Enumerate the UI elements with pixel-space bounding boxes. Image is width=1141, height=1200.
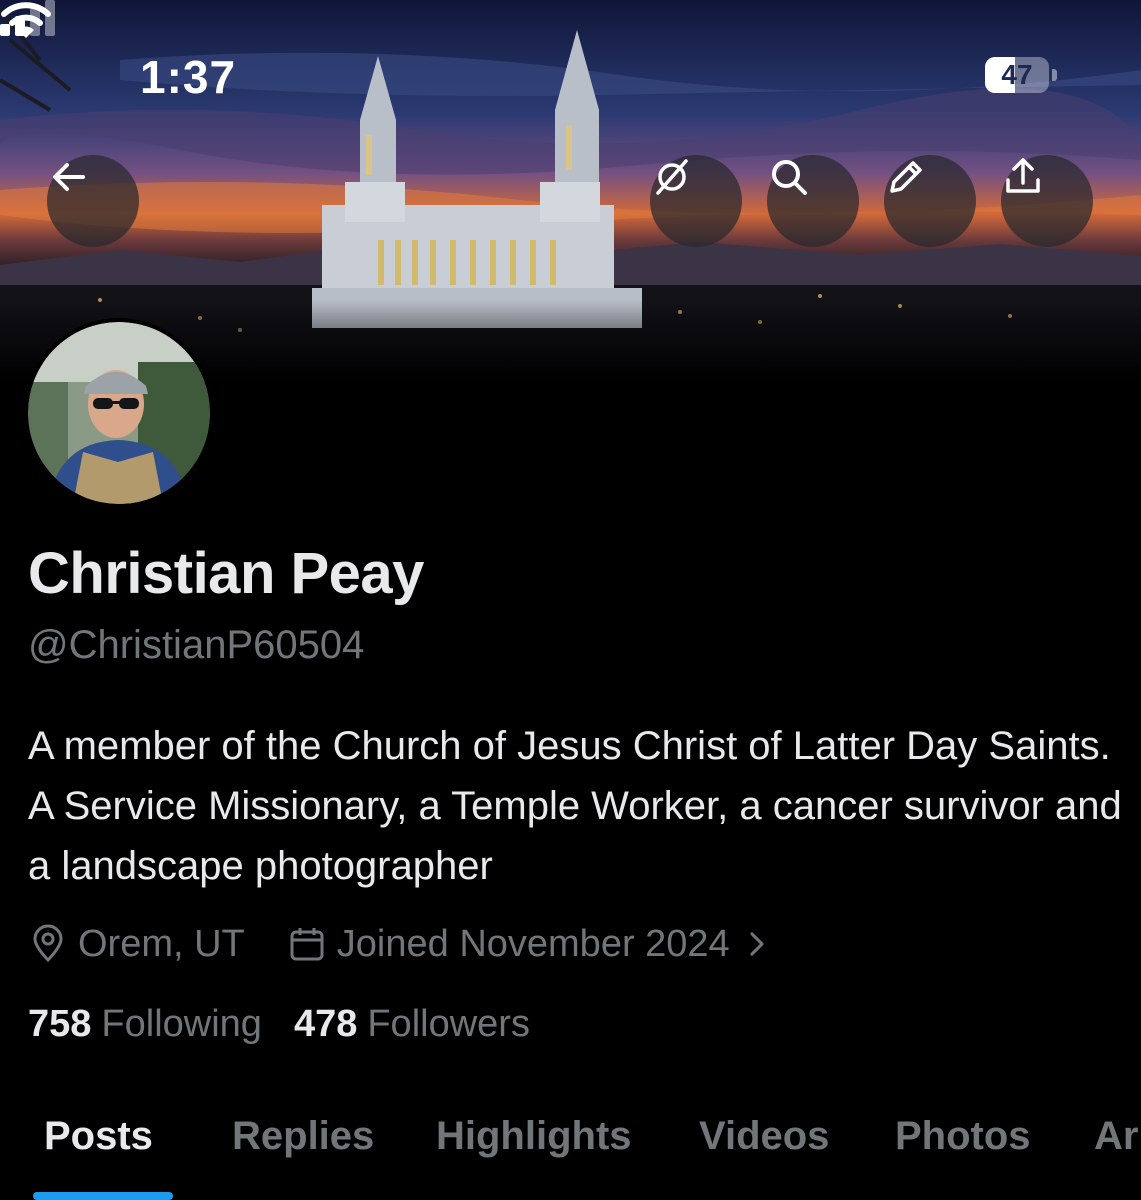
followers-count: 478: [293, 1003, 358, 1045]
tab-highlights[interactable]: Highlights: [436, 1114, 632, 1159]
battery-percentage: 47: [1001, 59, 1033, 90]
joined-date-text: Joined November 2024: [336, 922, 730, 965]
chevron-right-icon: [750, 932, 764, 956]
profile-stats: 758 Following 478 Followers: [28, 1003, 530, 1046]
status-time: 1:37: [140, 51, 237, 103]
joined-date-item[interactable]: Joined November 2024: [287, 923, 784, 966]
profile-photo: [28, 322, 210, 504]
profile-banner[interactable]: 1:37 47: [0, 0, 1141, 382]
profile-tabs: Posts Replies Highlights Videos Photos A…: [0, 1108, 1141, 1200]
location-pin-icon: [33, 924, 63, 963]
grok-slash-icon: [656, 159, 688, 195]
profile-bio: A member of the Church of Jesus Christ o…: [28, 724, 1122, 888]
following-label: Following: [101, 1003, 262, 1045]
calendar-icon: [290, 928, 324, 961]
pencil-icon: [890, 161, 922, 193]
share-icon: [1006, 158, 1040, 193]
followers-label: Followers: [367, 1003, 530, 1045]
following-count: 758: [28, 1003, 92, 1045]
followers-link[interactable]: 478 Followers: [294, 1003, 530, 1046]
location-text: Orem, UT: [78, 922, 245, 965]
search-button[interactable]: [767, 155, 859, 247]
back-button[interactable]: [47, 155, 139, 247]
profile-name: Christian Peay: [28, 541, 424, 606]
share-button[interactable]: [1001, 155, 1093, 247]
tab-articles[interactable]: Ar: [1094, 1114, 1138, 1159]
tab-posts[interactable]: Posts: [44, 1114, 153, 1159]
profile-handle: @ChristianP60504: [28, 623, 365, 667]
location-item: Orem, UT: [28, 923, 245, 966]
tab-photos[interactable]: Photos: [895, 1114, 1031, 1159]
following-link[interactable]: 758 Following: [28, 1003, 262, 1046]
avatar[interactable]: [24, 318, 214, 508]
grok-button[interactable]: [650, 155, 742, 247]
arrow-left-icon: [53, 163, 85, 191]
edit-button[interactable]: [884, 155, 976, 247]
active-tab-indicator: [33, 1192, 173, 1200]
tab-videos[interactable]: Videos: [699, 1114, 829, 1159]
battery-indicator: 47: [985, 57, 1057, 95]
search-icon: [772, 160, 807, 195]
tab-replies[interactable]: Replies: [232, 1114, 374, 1159]
wifi-icon: [1, 2, 51, 38]
profile-meta: Orem, UT Joined November 2024: [28, 918, 784, 970]
